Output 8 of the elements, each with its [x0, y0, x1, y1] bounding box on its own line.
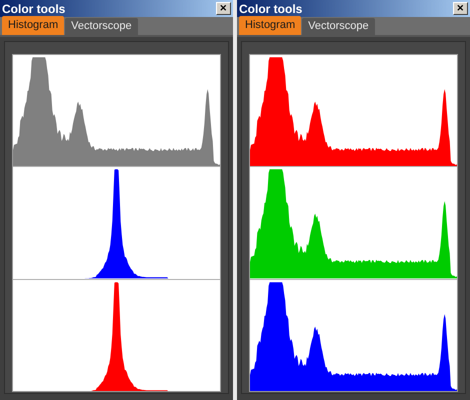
tab[interactable]: Vectorscope	[302, 18, 375, 35]
tab[interactable]: Histogram	[239, 16, 302, 35]
tab[interactable]: Histogram	[2, 16, 64, 35]
tab[interactable]: Vectorscope	[65, 18, 138, 35]
close-button[interactable]: ✕	[216, 2, 231, 15]
close-button[interactable]: ✕	[453, 2, 468, 15]
window-title: Color tools	[2, 2, 66, 14]
window-title: Color tools	[239, 2, 302, 14]
